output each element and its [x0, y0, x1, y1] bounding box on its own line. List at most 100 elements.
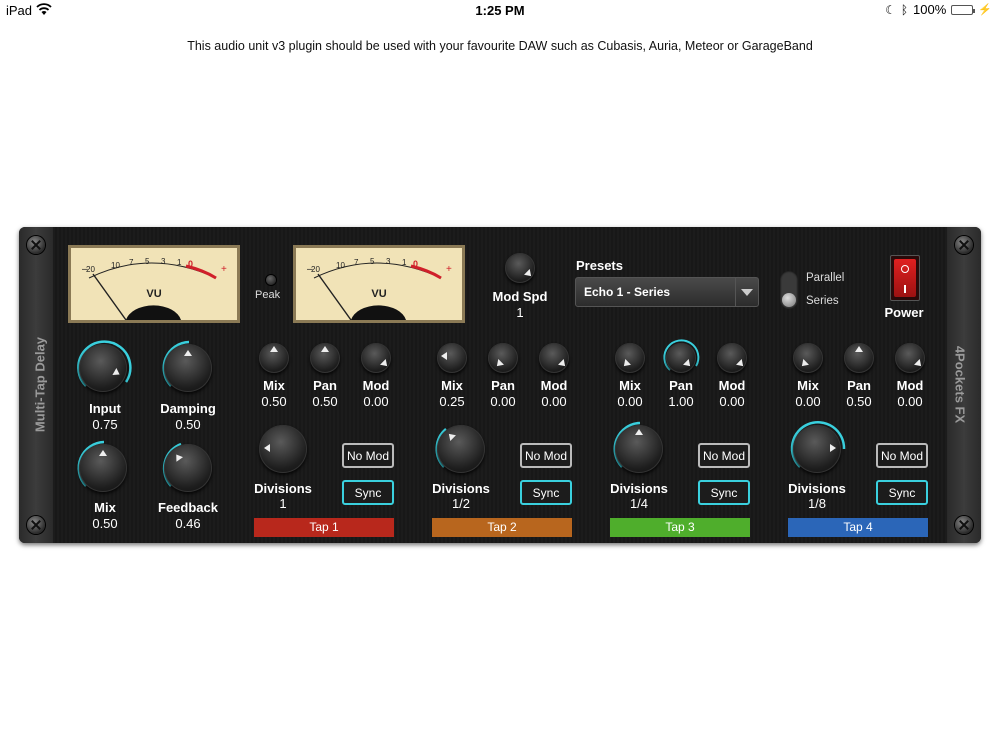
description-text: This audio unit v3 plugin should be used… — [187, 39, 813, 53]
tap-3-pan-knob[interactable] — [666, 343, 696, 373]
tap-1-sync-button[interactable]: Sync — [342, 480, 394, 505]
tap-1-mod-knob[interactable] — [361, 343, 391, 373]
presets-dropdown[interactable]: Echo 1 - Series — [575, 277, 759, 307]
tap-2-sync-button[interactable]: Sync — [520, 480, 572, 505]
mod-speed-knob[interactable] — [505, 253, 535, 283]
tap-1-mix-label: Mix — [263, 378, 285, 393]
tap-4-pan-label: Pan — [847, 378, 871, 393]
tap-2-mod-label: Mod — [540, 378, 568, 393]
tap-2-divisions-label: Divisions — [432, 481, 490, 496]
vu-scale-minus: – — [82, 264, 88, 275]
screw-icon — [27, 236, 45, 254]
tap-3-mix-value: 0.00 — [617, 394, 643, 409]
input-value: 0.75 — [92, 417, 118, 432]
multi-tap-delay-plugin: Multi-Tap Delay 20 10 7 5 3 1 0 + – VU P… — [19, 227, 981, 543]
vu-scale-5: 5 — [145, 257, 150, 266]
tap-1-mix-knob[interactable] — [259, 343, 289, 373]
tap-2-pan-knob[interactable] — [488, 343, 518, 373]
tap-4-no-mod-button[interactable]: No Mod — [876, 443, 928, 468]
vu-scale-10: 10 — [336, 261, 345, 270]
damping-label: Damping — [160, 401, 216, 416]
tap-4-pan-knob[interactable] — [844, 343, 874, 373]
tap-2-pan-value: 0.00 — [490, 394, 516, 409]
tap-4-divisions-value: 1/8 — [807, 496, 827, 511]
tap-4-sync-button[interactable]: Sync — [876, 480, 928, 505]
tap-3-no-mod-button[interactable]: No Mod — [698, 443, 750, 468]
status-bar: iPad 1:25 PM ☾ ᛒ 100% ⚡ — [0, 0, 1000, 22]
vu-scale-1: 1 — [177, 258, 182, 267]
tap-1-divisions-label: Divisions — [254, 481, 312, 496]
mix-knob[interactable] — [79, 444, 127, 492]
vu-scale-plus: + — [446, 264, 452, 275]
vu-meter-right: 20 10 7 5 3 1 0 + – VU — [293, 245, 465, 323]
tap-3-label: Tap 3 — [610, 518, 750, 537]
tap-3-pan-label: Pan — [669, 378, 693, 393]
battery-percent: 100% — [913, 2, 947, 17]
vu-scale-7: 7 — [129, 258, 134, 267]
tap-4-mod-value: 0.00 — [897, 394, 923, 409]
tap-1-pan-knob[interactable] — [310, 343, 340, 373]
series-label: Series — [806, 295, 839, 307]
tap-2-mix-value: 0.25 — [439, 394, 465, 409]
mix-value: 0.50 — [92, 516, 118, 531]
tap-1-pan-label: Pan — [313, 378, 337, 393]
plugin-main-panel: 20 10 7 5 3 1 0 + – VU Peak 20 10 7 5 3 — [53, 227, 947, 543]
tap-1-divisions-knob[interactable] — [259, 425, 307, 473]
presets-selected: Echo 1 - Series — [584, 285, 671, 299]
tap-2-mix-knob[interactable] — [437, 343, 467, 373]
tap-1-mix-value: 0.50 — [261, 394, 287, 409]
left-side-panel: Multi-Tap Delay — [19, 227, 53, 543]
tap-3-mix-label: Mix — [619, 378, 641, 393]
tap-3-divisions-knob[interactable] — [615, 425, 663, 473]
screw-icon — [27, 516, 45, 534]
tap-3-mix-knob[interactable] — [615, 343, 645, 373]
input-knob[interactable] — [79, 344, 127, 392]
vu-scale-7: 7 — [354, 258, 359, 267]
charging-icon: ⚡ — [978, 4, 992, 16]
tap-4-label: Tap 4 — [788, 518, 928, 537]
tap-4-mix-knob[interactable] — [793, 343, 823, 373]
vu-scale-plus: + — [221, 264, 227, 275]
tap-3-divisions-label: Divisions — [610, 481, 668, 496]
vu-scale-1: 1 — [402, 258, 407, 267]
tap-3-mod-label: Mod — [718, 378, 746, 393]
tap-4-pan-value: 0.50 — [846, 394, 872, 409]
feedback-value: 0.46 — [175, 516, 201, 531]
feedback-knob[interactable] — [164, 444, 212, 492]
feedback-label: Feedback — [158, 500, 218, 515]
peak-label: Peak — [255, 289, 281, 301]
tap-3-mod-value: 0.00 — [719, 394, 745, 409]
power-icon — [894, 259, 916, 297]
tap-4-divisions-knob[interactable] — [793, 425, 841, 473]
vu-scale-3: 3 — [161, 257, 166, 266]
presets-label: Presets — [576, 258, 623, 273]
routing-toggle[interactable] — [780, 271, 798, 309]
tap-1-divisions-value: 1 — [279, 496, 287, 511]
power-switch[interactable] — [890, 255, 920, 301]
tap-2-divisions-knob[interactable] — [437, 425, 485, 473]
right-side-panel: 4Pockets FX — [947, 227, 981, 543]
tap-2-mod-value: 0.00 — [541, 394, 567, 409]
tap-3-mod-knob[interactable] — [717, 343, 747, 373]
damping-knob[interactable] — [164, 344, 212, 392]
mix-label: Mix — [94, 500, 116, 515]
tap-4-mod-knob[interactable] — [895, 343, 925, 373]
chevron-down-icon — [735, 278, 758, 306]
tap-2-no-mod-button[interactable]: No Mod — [520, 443, 572, 468]
tap-4-divisions-label: Divisions — [788, 481, 846, 496]
tap-3-divisions-value: 1/4 — [629, 496, 649, 511]
mod-speed-value: 1 — [516, 305, 524, 320]
plugin-name-label: Multi-Tap Delay — [32, 336, 48, 433]
tap-1-no-mod-button[interactable]: No Mod — [342, 443, 394, 468]
tap-1-pan-value: 0.50 — [312, 394, 338, 409]
moon-icon: ☾ — [885, 2, 896, 17]
tap-2-mod-knob[interactable] — [539, 343, 569, 373]
tap-2-pan-label: Pan — [491, 378, 515, 393]
mod-speed-label: Mod Spd — [492, 289, 548, 304]
brand-label: 4Pockets FX — [952, 345, 968, 424]
tap-4-mix-value: 0.00 — [795, 394, 821, 409]
battery-icon — [951, 4, 976, 15]
tap-3-sync-button[interactable]: Sync — [698, 480, 750, 505]
tap-2-mix-label: Mix — [441, 378, 463, 393]
tap-1-mod-label: Mod — [362, 378, 390, 393]
